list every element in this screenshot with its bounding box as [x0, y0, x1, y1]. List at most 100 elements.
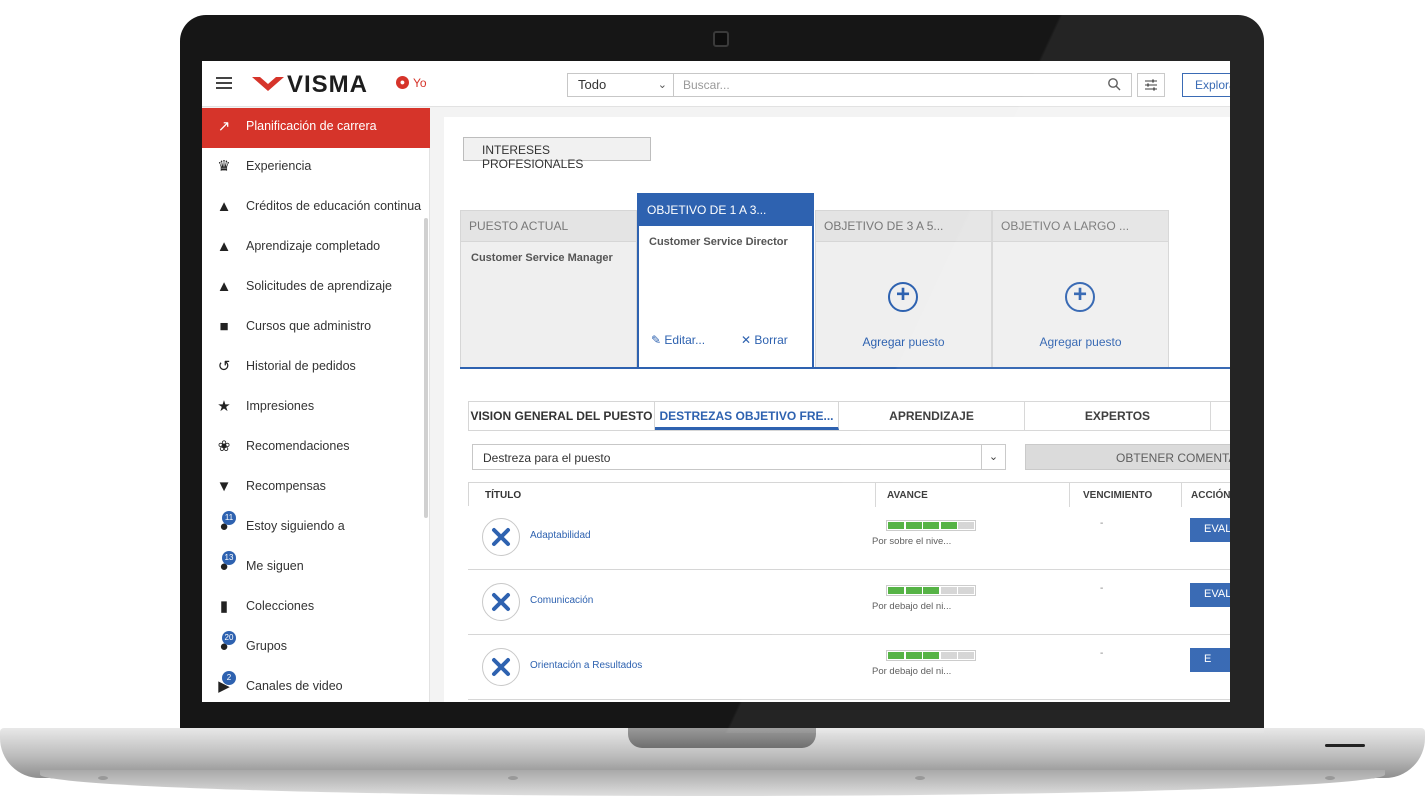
history-icon: ↺ — [217, 358, 231, 375]
award-icon: ❀ — [217, 438, 231, 455]
laptop-foot — [98, 776, 108, 780]
tab-experts[interactable]: EXPERTOS — [1025, 402, 1211, 430]
evaluate-button[interactable]: EVAL — [1190, 583, 1230, 607]
goal-card-long-term[interactable]: OBJETIVO A LARGO ... + Agregar puesto — [992, 210, 1169, 368]
menu-icon[interactable] — [216, 77, 232, 89]
table-row: Adaptabilidad Por sobre el nive... - EVA… — [468, 506, 1230, 570]
delete-label: Borrar — [754, 333, 788, 347]
add-position-link[interactable]: Agregar puesto — [816, 335, 991, 349]
progress-segment — [888, 652, 904, 659]
sidebar-item-groups[interactable]: ● 20 Grupos — [202, 628, 430, 668]
skill-title-link[interactable]: Orientación a Resultados — [530, 660, 642, 671]
sidebar-item-courses-admin[interactable]: ■ Cursos que administro — [202, 308, 430, 348]
progress-segment — [923, 652, 939, 659]
add-icon[interactable]: + — [888, 282, 918, 312]
groups-count-badge: 20 — [222, 631, 236, 645]
due-date: - — [1100, 648, 1104, 659]
sidebar-item-following[interactable]: ● 11 Estoy siguiendo a — [202, 508, 430, 548]
sidebar-item-label: Historial de pedidos — [246, 359, 356, 373]
skill-title-link[interactable]: Adaptabilidad — [530, 530, 591, 541]
progress-segment — [958, 522, 974, 529]
sidebar-item-label: Grupos — [246, 639, 287, 653]
evaluate-button[interactable]: E — [1190, 648, 1230, 672]
progress-bar — [886, 520, 976, 531]
laptop-base-lip — [40, 770, 1385, 796]
add-icon[interactable]: + — [1065, 282, 1095, 312]
due-date: - — [1100, 518, 1104, 529]
app-screen: VISMA ● Yo Todo ⌄ Buscar... Explor ↗ Pla… — [202, 61, 1230, 702]
scope-select[interactable]: Todo ⌄ — [567, 73, 673, 97]
goal-role: Customer Service Director — [649, 236, 788, 248]
sidebar-item-completed-learning[interactable]: ▲ Aprendizaje completado — [202, 228, 430, 268]
professional-interests-button[interactable]: INTERESES PROFESIONALES — [463, 137, 651, 171]
goal-card-3-5[interactable]: OBJETIVO DE 3 A 5... + Agregar puesto — [815, 210, 992, 368]
brand-name: VISMA — [287, 71, 369, 98]
column-title: TÍTULO — [485, 490, 522, 501]
video-count-badge: 2 — [222, 671, 236, 685]
skill-select[interactable]: Destreza para el puesto ⌄ — [472, 444, 1006, 470]
laptop-foot — [508, 776, 518, 780]
edit-goal-button[interactable]: ✎ Editar... — [651, 333, 705, 347]
column-progress: AVANCE — [887, 490, 928, 501]
sidebar-item-video-channels[interactable]: ▶ 2 Canales de video — [202, 668, 430, 702]
explore-button[interactable]: Explora — [1182, 73, 1230, 97]
cap-check-icon: ▲ — [216, 238, 232, 255]
progress-status: Por debajo del ni... — [872, 601, 952, 612]
goal-card-current[interactable]: PUESTO ACTUAL Customer Service Manager — [460, 210, 637, 368]
scope-value: Todo — [578, 77, 607, 92]
sidebar-item-label: Cursos que administro — [246, 319, 372, 333]
sidebar-item-education-credits[interactable]: ▲ Créditos de educación continua — [202, 188, 430, 228]
column-divider — [1069, 483, 1070, 507]
evaluate-button[interactable]: EVAL — [1190, 518, 1230, 542]
skill-tabs: VISION GENERAL DEL PUESTO DESTREZAS OBJE… — [468, 401, 1230, 431]
following-count-badge: 11 — [222, 511, 236, 525]
sidebar-item-impressions[interactable]: ★ Impresiones — [202, 388, 430, 428]
cap-clock-icon: ▲ — [216, 278, 232, 295]
progress-segment — [888, 522, 904, 529]
skill-title-link[interactable]: Comunicación — [530, 595, 593, 606]
sidebar-item-order-history[interactable]: ↺ Historial de pedidos — [202, 348, 430, 388]
sidebar-item-recommendations[interactable]: ❀ Recomendaciones — [202, 428, 430, 468]
tab-job-overview[interactable]: VISION GENERAL DEL PUESTO — [469, 402, 655, 430]
trophy-icon: ▼ — [216, 478, 232, 495]
sidebar-item-experience[interactable]: ♛ Experiencia — [202, 148, 430, 188]
sidebar-item-followers[interactable]: ● 13 Me siguen — [202, 548, 430, 588]
progress-segment — [958, 587, 974, 594]
tools-icon — [482, 648, 520, 686]
tools-icon — [482, 583, 520, 621]
get-feedback-button[interactable]: OBTENER COMENTAR — [1025, 444, 1230, 470]
sidebar-item-label: Aprendizaje completado — [246, 239, 381, 253]
goal-card-1-3[interactable]: OBJETIVO DE 1 A 3... Customer Service Di… — [637, 193, 814, 369]
progress-segment — [940, 522, 957, 529]
add-position-link[interactable]: Agregar puesto — [993, 335, 1168, 349]
trend-icon: ↗ — [217, 118, 231, 135]
search-icon[interactable] — [1107, 77, 1121, 91]
sidebar-item-label: Impresiones — [246, 399, 315, 413]
filter-icon[interactable] — [1137, 73, 1165, 97]
edit-label: Editar... — [664, 333, 706, 347]
progress-segment — [888, 587, 904, 594]
sidebar-item-label: Créditos de educación continua — [246, 199, 422, 213]
graduation-cap-icon: ▲ — [216, 198, 232, 215]
progress-status: Por sobre el nive... — [872, 536, 952, 547]
tab-learning[interactable]: APRENDIZAJE — [839, 402, 1025, 430]
sidebar-item-label: Recompensas — [246, 479, 326, 493]
sidebar-item-collections[interactable]: ▮ Colecciones — [202, 588, 430, 628]
delete-goal-button[interactable]: ✕ Borrar — [741, 333, 788, 347]
tab-target-skills[interactable]: DESTREZAS OBJETIVO FRE... — [655, 402, 839, 430]
followers-count-badge: 13 — [222, 551, 236, 565]
sidebar-item-label: Canales de video — [246, 679, 343, 693]
progress-bar — [886, 585, 976, 596]
sidebar-item-rewards[interactable]: ▼ Recompensas — [202, 468, 430, 508]
progress-segment — [905, 587, 922, 594]
search-input[interactable]: Buscar... — [673, 73, 1132, 97]
sidebar-item-label: Recomendaciones — [246, 439, 350, 453]
sidebar-item-learning-requests[interactable]: ▲ Solicitudes de aprendizaje — [202, 268, 430, 308]
due-date: - — [1100, 583, 1104, 594]
sidebar-item-career-planning[interactable]: ↗ Planificación de carrera — [202, 108, 430, 148]
sidebar-item-label: Me siguen — [246, 559, 304, 573]
user-label[interactable]: Yo — [413, 76, 427, 90]
sidebar-scrollbar[interactable] — [424, 218, 428, 518]
laptop-indicator — [1325, 744, 1365, 747]
user-icon[interactable]: ● — [396, 76, 409, 89]
